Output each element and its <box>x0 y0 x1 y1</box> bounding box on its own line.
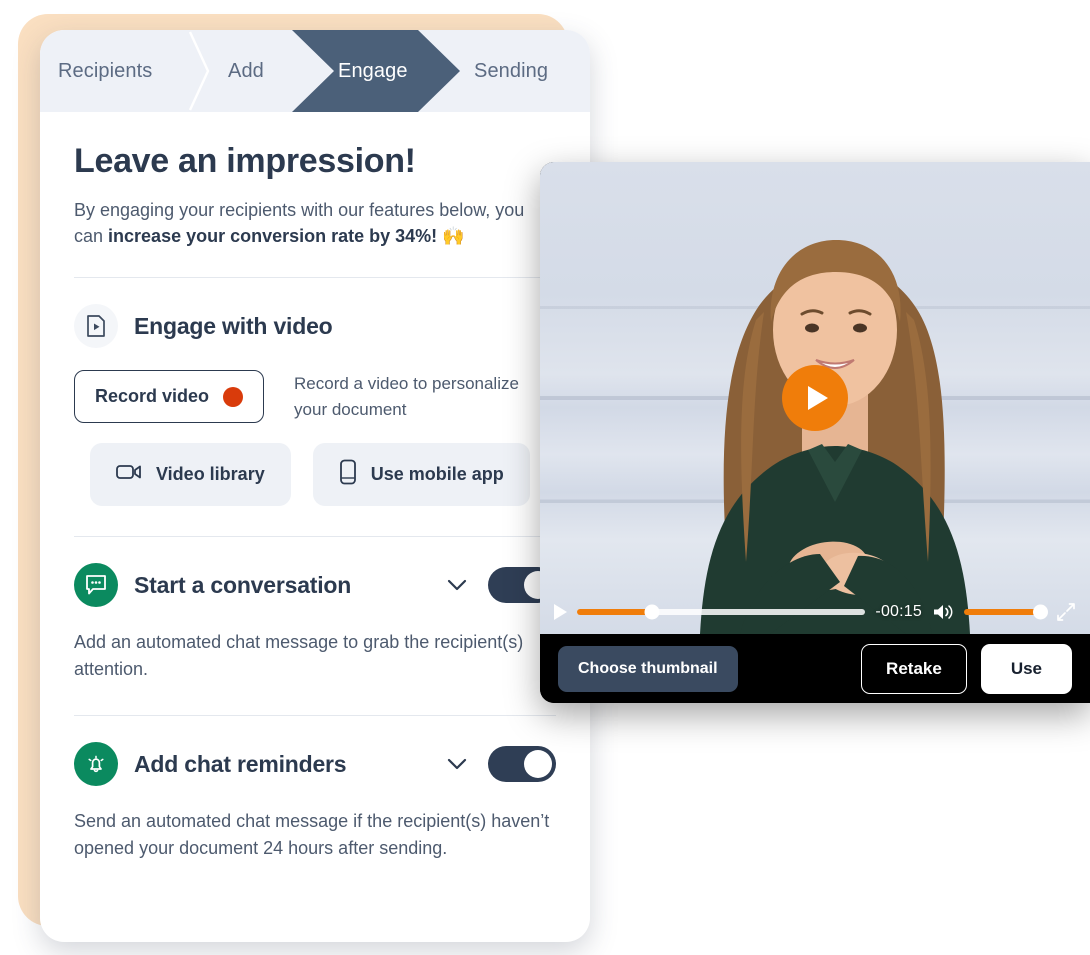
video-library-label: Video library <box>156 464 265 485</box>
video-library-button[interactable]: Video library <box>90 443 291 507</box>
video-preview[interactable]: -00:15 <box>540 162 1090 634</box>
record-video-button[interactable]: Record video <box>74 370 265 424</box>
record-dot-icon <box>223 386 244 407</box>
video-action-bar: Choose thumbnail Retake Use <box>540 634 1090 703</box>
video-time-remaining: -00:15 <box>875 603 922 620</box>
conversation-description: Add an automated chat message to grab th… <box>74 632 524 680</box>
step-separator-1 <box>188 30 210 112</box>
video-controls: -00:15 <box>540 590 1090 634</box>
video-scrubber[interactable] <box>577 604 866 620</box>
reminders-description: Send an automated chat message if the re… <box>74 811 550 859</box>
step-sending-label: Sending <box>474 59 549 82</box>
section-header-video: Engage with video <box>74 304 556 349</box>
video-recorder-panel: -00:15 Choose thumbnail Retake Use <box>540 162 1090 703</box>
step-add-label: Add <box>228 59 264 82</box>
step-recipients-label: Recipients <box>58 59 153 82</box>
bell-icon <box>74 742 118 787</box>
play-icon[interactable] <box>554 604 567 620</box>
fullscreen-icon[interactable] <box>1056 602 1076 622</box>
use-button[interactable]: Use <box>980 643 1072 694</box>
card-body: Leave an impression! By engaging your re… <box>40 112 590 862</box>
page-subtitle: By engaging your recipients with our fea… <box>74 197 556 249</box>
section-header-reminders: Add chat reminders <box>74 742 556 787</box>
volume-slider-handle[interactable] <box>1033 604 1048 620</box>
reminders-section-title: Add chat reminders <box>134 750 347 777</box>
retake-button[interactable]: Retake <box>861 643 967 694</box>
record-video-hint: Record a video to personalize your docum… <box>294 374 519 419</box>
step-recipients[interactable]: Recipients <box>40 30 190 112</box>
section-header-conversation: Start a conversation <box>74 563 556 608</box>
use-mobile-app-label: Use mobile app <box>370 464 504 485</box>
chevron-down-icon[interactable] <box>444 751 470 777</box>
step-breadcrumb: Recipients Add Engage Sending <box>40 30 590 112</box>
divider-1 <box>74 277 556 279</box>
video-file-icon <box>74 304 118 349</box>
divider-3 <box>74 715 556 717</box>
video-source-pills: Video library Use mobile app <box>74 443 556 507</box>
engage-step-card: Recipients Add Engage Sending Leave an i… <box>40 30 590 942</box>
reminders-toggle-knob <box>524 750 552 779</box>
screenshot-stage: Recipients Add Engage Sending Leave an i… <box>0 0 1090 955</box>
subtitle-emoji: 🙌 <box>442 226 465 247</box>
volume-icon[interactable] <box>932 603 954 621</box>
mobile-phone-icon <box>339 459 357 490</box>
play-overlay-button[interactable] <box>782 365 848 431</box>
chevron-down-icon[interactable] <box>444 572 470 598</box>
chat-bubble-icon <box>74 563 118 608</box>
step-engage-label: Engage <box>338 59 408 82</box>
page-title: Leave an impression! <box>74 142 416 180</box>
divider-2 <box>74 536 556 538</box>
conversation-section-title: Start a conversation <box>134 571 352 598</box>
record-video-row: Record video Record a video to personali… <box>74 370 556 424</box>
reminders-toggle[interactable] <box>488 746 556 783</box>
play-icon <box>808 386 828 410</box>
video-progress-fill <box>577 609 652 615</box>
record-video-label: Record video <box>95 386 210 407</box>
video-camera-icon <box>116 463 142 486</box>
volume-slider[interactable] <box>964 604 1048 620</box>
video-scrubber-handle[interactable] <box>644 604 660 620</box>
choose-thumbnail-button[interactable]: Choose thumbnail <box>558 645 738 692</box>
use-mobile-app-button[interactable]: Use mobile app <box>312 443 530 507</box>
video-section-title: Engage with video <box>134 312 333 339</box>
subtitle-highlight: increase your conversion rate by 34%! <box>108 226 438 247</box>
